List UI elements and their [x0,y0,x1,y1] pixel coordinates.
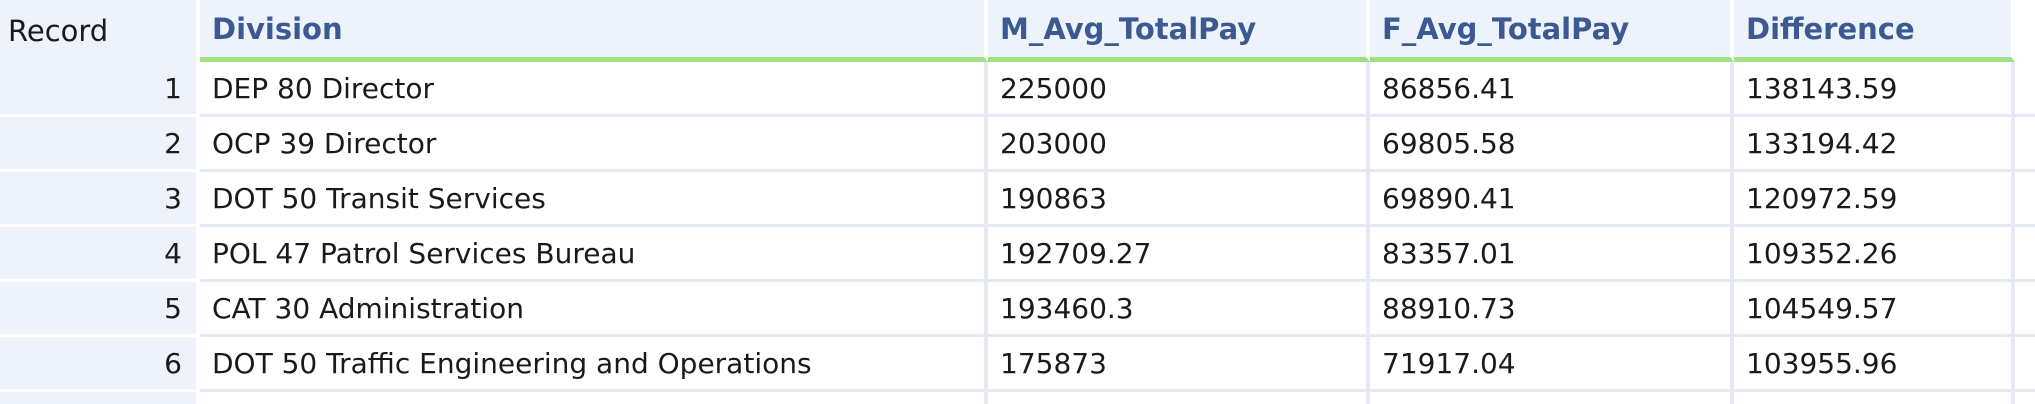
row-filler [2015,337,2035,392]
division-cell[interactable]: CAT 30 Administration [200,282,988,337]
difference-cell [1734,392,2015,404]
m-avg-totalpay-cell[interactable]: 192709.27 [988,227,1370,282]
record-number-cell [0,392,200,404]
row-filler [2015,62,2035,117]
table-row[interactable]: 2 OCP 39 Director 203000 69805.58 133194… [0,117,2035,172]
column-header-division[interactable]: Division [200,0,988,62]
f-avg-totalpay-cell[interactable]: 83357.01 [1370,227,1734,282]
table-row[interactable]: 6 DOT 50 Traffic Engineering and Operati… [0,337,2035,392]
results-grid: Record Division M_Avg_TotalPay F_Avg_Tot… [0,0,2035,404]
f-avg-totalpay-cell[interactable]: 86856.41 [1370,62,1734,117]
m-avg-totalpay-cell[interactable]: 193460.3 [988,282,1370,337]
f-avg-totalpay-cell[interactable]: 71917.04 [1370,337,1734,392]
f-avg-totalpay-cell[interactable]: 69890.41 [1370,172,1734,227]
difference-cell[interactable]: 104549.57 [1734,282,2015,337]
table-row[interactable]: 1 DEP 80 Director 225000 86856.41 138143… [0,62,2035,117]
m-avg-totalpay-cell[interactable]: 175873 [988,337,1370,392]
row-filler [2015,227,2035,282]
f-avg-totalpay-cell[interactable]: 69805.58 [1370,117,1734,172]
difference-cell[interactable]: 133194.42 [1734,117,2015,172]
record-number-cell: 4 [0,227,200,282]
column-header-difference[interactable]: Difference [1734,0,2015,62]
table-row-partial [0,392,2035,404]
division-cell[interactable]: DEP 80 Director [200,62,988,117]
f-avg-totalpay-cell [1370,392,1734,404]
division-cell[interactable]: DOT 50 Traffic Engineering and Operation… [200,337,988,392]
row-filler [2015,172,2035,227]
table-row[interactable]: 3 DOT 50 Transit Services 190863 69890.4… [0,172,2035,227]
m-avg-totalpay-cell[interactable]: 203000 [988,117,1370,172]
table-row[interactable]: 5 CAT 30 Administration 193460.3 88910.7… [0,282,2035,337]
column-header-record[interactable]: Record [0,0,200,62]
header-filler [2015,0,2035,62]
m-avg-totalpay-cell[interactable]: 190863 [988,172,1370,227]
difference-cell[interactable]: 138143.59 [1734,62,2015,117]
column-header-m-avg-totalpay[interactable]: M_Avg_TotalPay [988,0,1370,62]
header-row: Record Division M_Avg_TotalPay F_Avg_Tot… [0,0,2035,62]
division-cell[interactable]: POL 47 Patrol Services Bureau [200,227,988,282]
record-number-cell: 5 [0,282,200,337]
difference-cell[interactable]: 109352.26 [1734,227,2015,282]
column-header-f-avg-totalpay[interactable]: F_Avg_TotalPay [1370,0,1734,62]
difference-cell[interactable]: 120972.59 [1734,172,2015,227]
record-number-cell: 1 [0,62,200,117]
f-avg-totalpay-cell[interactable]: 88910.73 [1370,282,1734,337]
record-number-cell: 3 [0,172,200,227]
division-cell[interactable]: OCP 39 Director [200,117,988,172]
row-filler [2015,392,2035,404]
division-cell[interactable]: DOT 50 Transit Services [200,172,988,227]
m-avg-totalpay-cell [988,392,1370,404]
row-filler [2015,117,2035,172]
table-row[interactable]: 4 POL 47 Patrol Services Bureau 192709.2… [0,227,2035,282]
row-filler [2015,282,2035,337]
division-cell [200,392,988,404]
record-number-cell: 2 [0,117,200,172]
m-avg-totalpay-cell[interactable]: 225000 [988,62,1370,117]
results-table: Record Division M_Avg_TotalPay F_Avg_Tot… [0,0,2035,404]
difference-cell[interactable]: 103955.96 [1734,337,2015,392]
record-number-cell: 6 [0,337,200,392]
